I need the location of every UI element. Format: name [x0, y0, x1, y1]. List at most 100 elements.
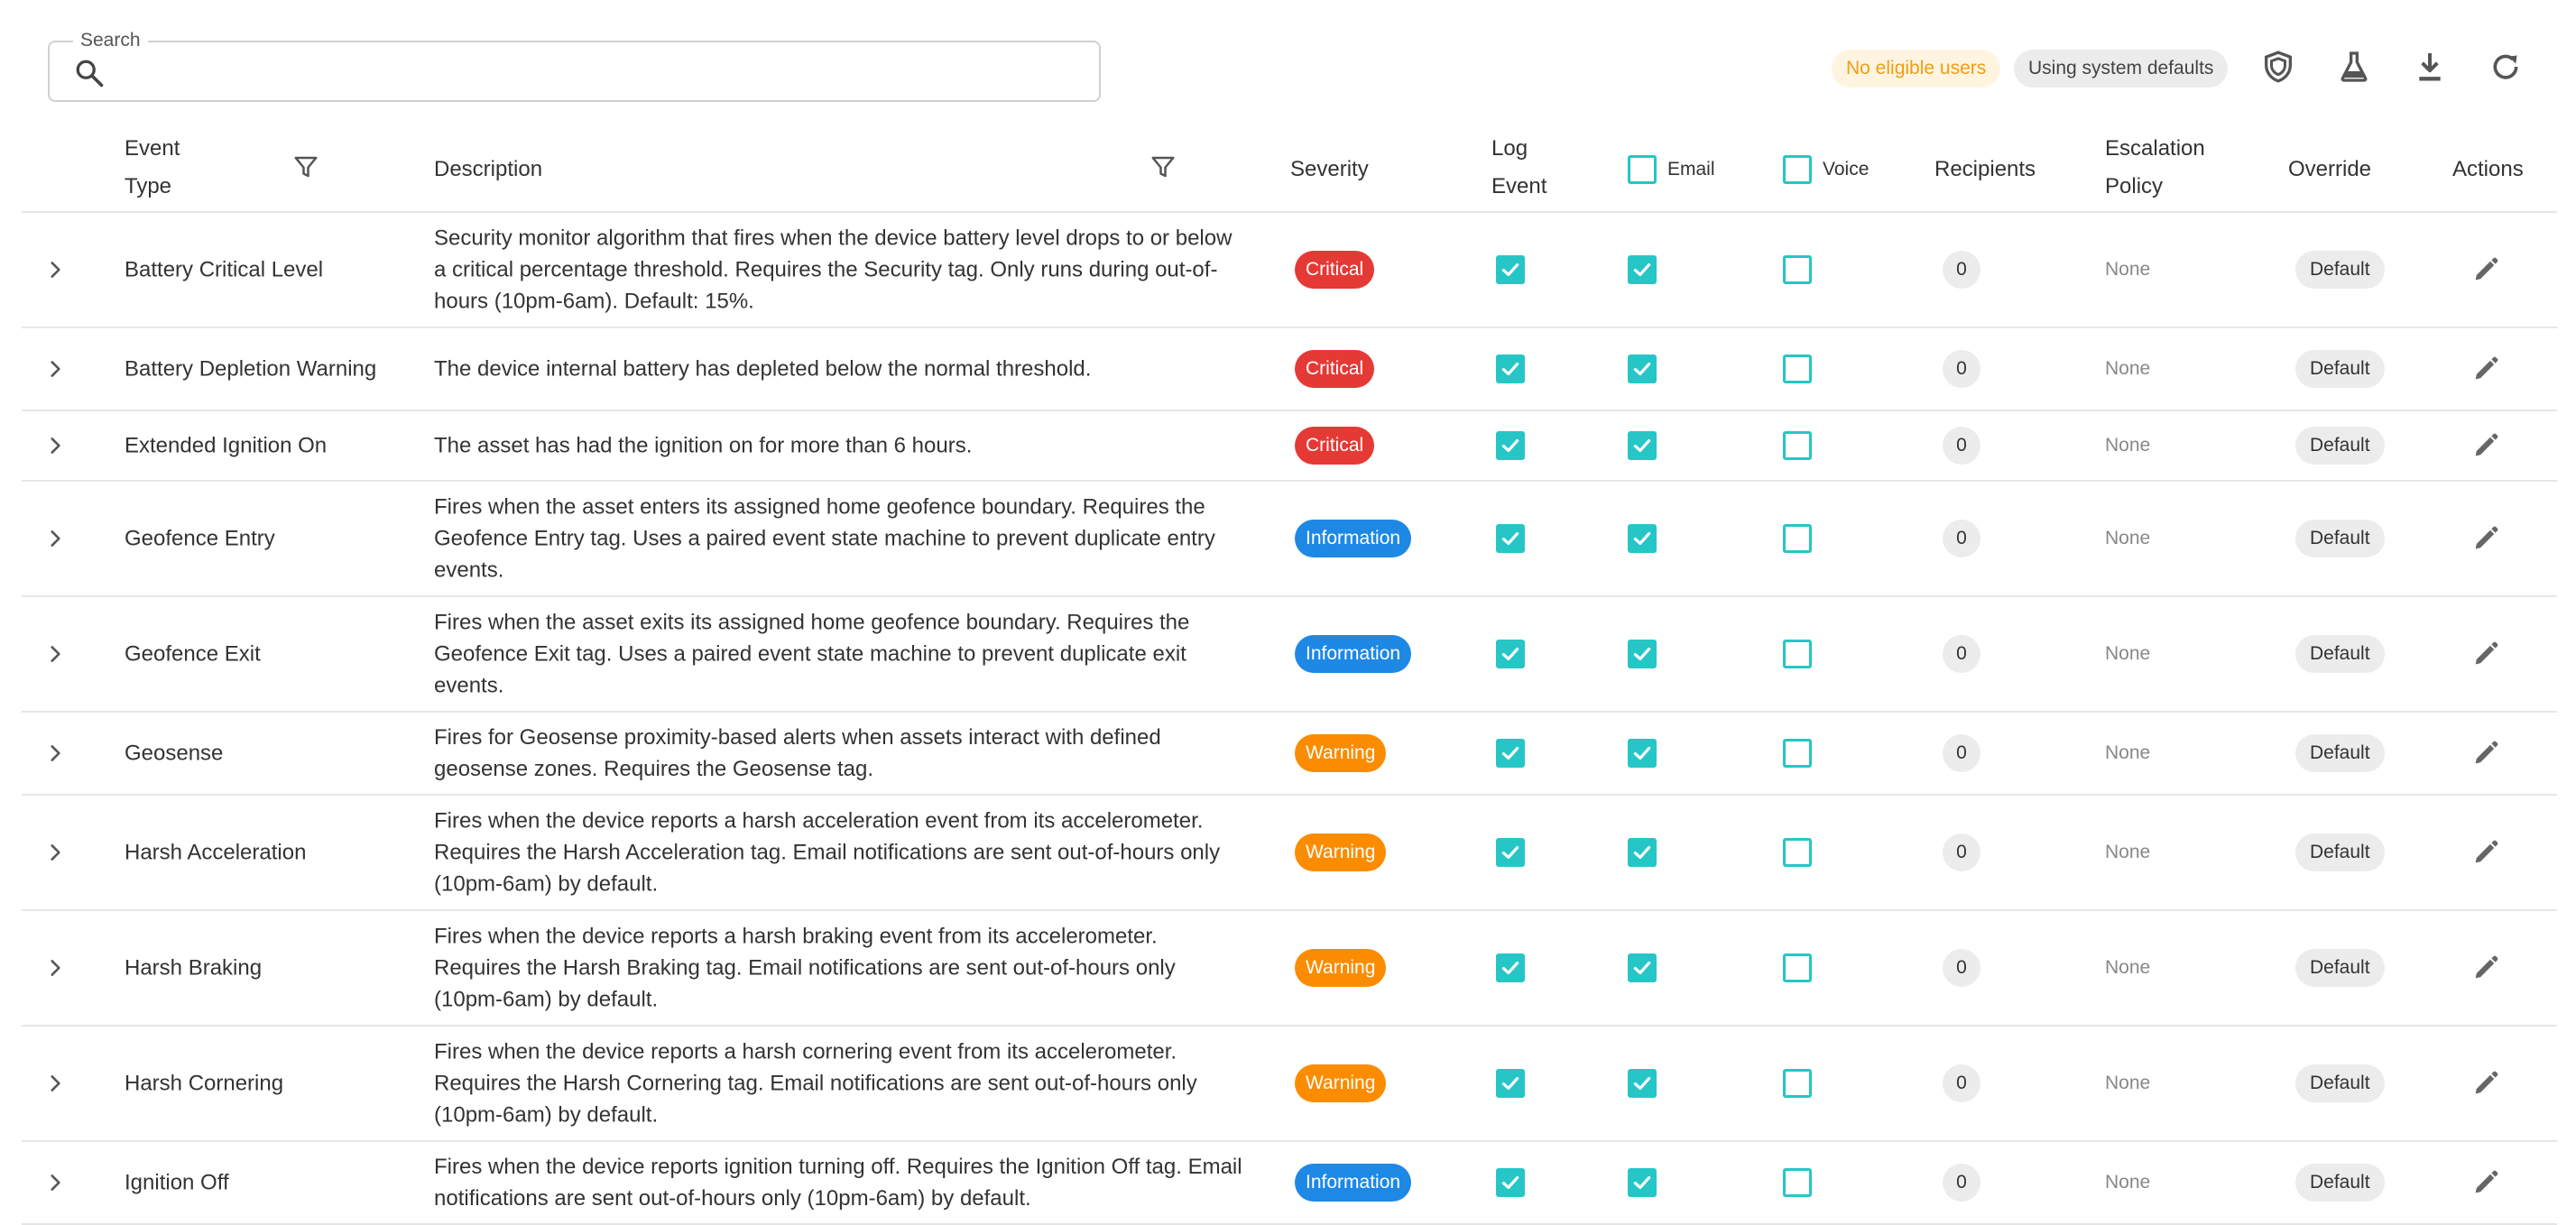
- column-voice: Voice: [1823, 159, 1870, 180]
- expand-row-button[interactable]: [43, 1072, 67, 1095]
- email-checkbox[interactable]: [1628, 524, 1657, 553]
- override-badge: Default: [2295, 1164, 2385, 1202]
- log-event-checkbox[interactable]: [1496, 953, 1525, 982]
- log-event-checkbox[interactable]: [1496, 640, 1525, 668]
- escalation-policy: None: [2105, 742, 2151, 763]
- email-checkbox[interactable]: [1628, 640, 1657, 668]
- pencil-icon: [2475, 526, 2498, 549]
- filter-icon[interactable]: [1150, 153, 1177, 180]
- log-event-checkbox[interactable]: [1496, 255, 1525, 284]
- chevron-right-icon: [51, 1075, 60, 1091]
- voice-checkbox[interactable]: [1783, 255, 1812, 284]
- shield-button[interactable]: [2258, 47, 2298, 87]
- recipients-count[interactable]: 0: [1943, 1164, 1980, 1202]
- email-checkbox[interactable]: [1628, 431, 1657, 460]
- download-icon: [2419, 53, 2441, 81]
- email-checkbox[interactable]: [1628, 1069, 1657, 1098]
- chevron-right-icon: [51, 844, 60, 861]
- email-checkbox[interactable]: [1628, 739, 1657, 768]
- expand-row-button[interactable]: [43, 357, 67, 381]
- edit-button[interactable]: [2470, 639, 2501, 669]
- edit-button[interactable]: [2470, 953, 2501, 983]
- event-description: Fires when the device reports ignition t…: [434, 1155, 1242, 1211]
- voice-checkbox[interactable]: [1783, 431, 1812, 460]
- pencil-icon: [2475, 741, 2498, 764]
- recipients-count[interactable]: 0: [1943, 251, 1980, 289]
- override-badge: Default: [2295, 1064, 2385, 1102]
- edit-button[interactable]: [2470, 430, 2501, 461]
- expand-row-button[interactable]: [43, 434, 67, 457]
- table-row: Ignition Off Fires when the device report…: [22, 1142, 2557, 1225]
- filter-icon[interactable]: [292, 153, 319, 180]
- edit-button[interactable]: [2470, 837, 2501, 868]
- search-input[interactable]: [122, 51, 1078, 93]
- recipients-count[interactable]: 0: [1943, 1064, 1980, 1102]
- column-email: Email: [1667, 159, 1715, 180]
- recipients-count[interactable]: 0: [1943, 427, 1980, 465]
- edit-button[interactable]: [2470, 254, 2501, 285]
- expand-row-button[interactable]: [43, 1171, 67, 1194]
- expand-row-button[interactable]: [43, 741, 67, 765]
- recipients-count[interactable]: 0: [1943, 350, 1980, 388]
- severity-badge: Critical: [1295, 350, 1375, 388]
- expand-row-button[interactable]: [43, 527, 67, 550]
- email-checkbox[interactable]: [1628, 255, 1657, 284]
- voice-checkbox[interactable]: [1783, 838, 1812, 867]
- voice-checkbox[interactable]: [1783, 355, 1812, 383]
- chevron-right-icon: [51, 262, 60, 278]
- column-event-type: Event Type: [125, 136, 180, 198]
- voice-checkbox[interactable]: [1783, 524, 1812, 553]
- expand-row-button[interactable]: [43, 841, 67, 864]
- chevron-right-icon: [51, 745, 60, 761]
- edit-button[interactable]: [2470, 738, 2501, 769]
- recipients-count[interactable]: 0: [1943, 734, 1980, 772]
- chevron-right-icon: [51, 438, 60, 454]
- recipients-count[interactable]: 0: [1943, 520, 1980, 557]
- escalation-policy: None: [2105, 259, 2151, 280]
- voice-checkbox[interactable]: [1783, 739, 1812, 768]
- email-checkbox[interactable]: [1628, 355, 1657, 383]
- voice-checkbox[interactable]: [1783, 640, 1812, 668]
- log-event-checkbox[interactable]: [1496, 739, 1525, 768]
- test-button[interactable]: [2334, 47, 2374, 87]
- log-event-checkbox[interactable]: [1496, 355, 1525, 383]
- voice-checkbox[interactable]: [1783, 953, 1812, 982]
- chevron-right-icon: [51, 361, 60, 377]
- table-row: Harsh Cornering Fires when the device rep…: [22, 1027, 2557, 1142]
- recipients-count[interactable]: 0: [1943, 834, 1980, 871]
- chevron-right-icon: [51, 530, 60, 547]
- column-override: Override: [2288, 157, 2372, 181]
- edit-button[interactable]: [2470, 523, 2501, 554]
- voice-select-all-checkbox[interactable]: [1783, 155, 1812, 184]
- edit-button[interactable]: [2470, 1068, 2501, 1099]
- refresh-button[interactable]: [2486, 47, 2525, 87]
- email-checkbox[interactable]: [1628, 1168, 1657, 1197]
- expand-row-button[interactable]: [43, 642, 67, 666]
- log-event-checkbox[interactable]: [1496, 1069, 1525, 1098]
- voice-checkbox[interactable]: [1783, 1069, 1812, 1098]
- log-event-checkbox[interactable]: [1496, 838, 1525, 867]
- recipients-count[interactable]: 0: [1943, 949, 1980, 987]
- event-description: The device internal battery has depleted…: [434, 356, 1092, 382]
- search-icon: [76, 60, 104, 88]
- pencil-icon: [2475, 840, 2498, 863]
- escalation-policy: None: [2105, 643, 2151, 664]
- event-type: Harsh Braking: [125, 955, 263, 981]
- search-field[interactable]: Search: [48, 30, 1101, 102]
- expand-row-button[interactable]: [43, 258, 67, 281]
- log-event-checkbox[interactable]: [1496, 431, 1525, 460]
- voice-checkbox[interactable]: [1783, 1168, 1812, 1197]
- recipients-count[interactable]: 0: [1943, 635, 1980, 673]
- event-type: Battery Depletion Warning: [125, 356, 377, 382]
- edit-button[interactable]: [2470, 1167, 2501, 1198]
- event-description: Fires when the device reports a harsh co…: [434, 1039, 1197, 1128]
- email-checkbox[interactable]: [1628, 953, 1657, 982]
- table-header: Event Type Description Severity Log Even…: [22, 126, 2557, 213]
- edit-button[interactable]: [2470, 354, 2501, 384]
- email-checkbox[interactable]: [1628, 838, 1657, 867]
- log-event-checkbox[interactable]: [1496, 1168, 1525, 1197]
- expand-row-button[interactable]: [43, 956, 67, 980]
- log-event-checkbox[interactable]: [1496, 524, 1525, 553]
- email-select-all-checkbox[interactable]: [1628, 155, 1657, 184]
- download-button[interactable]: [2410, 47, 2450, 87]
